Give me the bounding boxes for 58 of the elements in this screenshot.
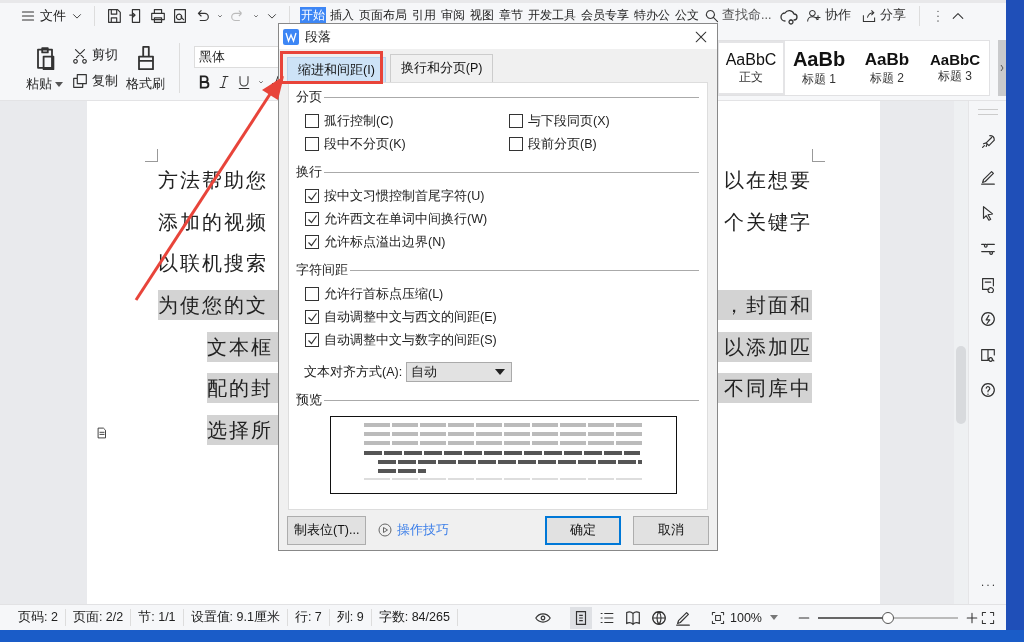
ribbon-tab[interactable]: 开发工具 bbox=[527, 7, 577, 24]
ribbon-tab[interactable]: 公文 bbox=[674, 7, 700, 24]
checkbox-label: 允许标点溢出边界(N) bbox=[324, 233, 446, 251]
format-painter-button[interactable]: 格式刷 bbox=[126, 75, 165, 93]
dialog-button[interactable]: 取消 bbox=[633, 515, 709, 545]
checkbox-label: 孤行控制(C) bbox=[324, 112, 394, 130]
style-option[interactable]: AaBb 标题 1 bbox=[785, 41, 853, 95]
style-option[interactable]: AaBb 标题 2 bbox=[853, 41, 921, 95]
paste-button[interactable]: 粘贴 bbox=[26, 75, 63, 93]
status-text: 节: 1/1 bbox=[131, 609, 184, 626]
checkbox-label: 与下段同页(X) bbox=[528, 112, 610, 130]
section-heading: 换行 bbox=[296, 163, 322, 181]
dialog-title: 段落 bbox=[305, 27, 331, 46]
status-text: 字数: 84/265 bbox=[371, 609, 458, 626]
ribbon-tab[interactable]: 特办公 bbox=[633, 7, 671, 24]
document-text: 以在想要 bbox=[724, 168, 812, 193]
document-text: 以联机搜索 bbox=[158, 251, 268, 277]
cut-button[interactable]: 剪切 bbox=[92, 46, 118, 64]
alignment-dropdown[interactable]: 自动 bbox=[406, 362, 513, 382]
ribbon-tab[interactable]: 审阅 bbox=[440, 7, 466, 24]
status-text: 行: 7 bbox=[287, 609, 330, 626]
style-option[interactable]: AaBbC 标题 3 bbox=[921, 41, 989, 95]
status-text: 页码: 2 bbox=[18, 609, 66, 626]
status-text: 设置值: 9.1厘米 bbox=[183, 609, 288, 626]
tips-link[interactable]: 操作技巧 bbox=[378, 521, 450, 539]
dialog-tab[interactable]: 换行和分页(P) bbox=[389, 54, 494, 82]
ribbon-tab[interactable]: 章节 bbox=[498, 7, 524, 24]
status-text: 页面: 2/2 bbox=[65, 609, 132, 626]
checkbox-label: 段中不分页(K) bbox=[324, 135, 406, 153]
section-heading: 预览 bbox=[296, 391, 322, 409]
ribbon-tab[interactable]: 会员专享 bbox=[580, 7, 630, 24]
dialog-tab[interactable]: 缩进和间距(I) bbox=[287, 57, 386, 82]
checkbox-label: 允许西文在单词中间换行(W) bbox=[324, 210, 488, 228]
ok-button[interactable]: 确定 bbox=[545, 515, 621, 545]
document-text: 不同库中 bbox=[718, 373, 812, 404]
ribbon-tab[interactable]: 插入 bbox=[329, 7, 355, 24]
status-text: 列: 9 bbox=[329, 609, 372, 626]
ribbon-tab[interactable]: 页面布局 bbox=[358, 7, 408, 24]
share-button[interactable]: 分享 bbox=[858, 7, 910, 24]
checkbox-label: 自动调整中文与数字的间距(S) bbox=[324, 331, 497, 349]
document-text: 个关键字 bbox=[724, 209, 812, 235]
checkbox-label: 段前分页(B) bbox=[528, 135, 597, 153]
checkbox-label: 按中文习惯控制首尾字符(U) bbox=[324, 187, 485, 205]
ribbon-tab[interactable]: 引用 bbox=[411, 7, 437, 24]
checkbox-label: 允许行首标点压缩(L) bbox=[324, 285, 444, 303]
section-heading: 分页 bbox=[296, 88, 322, 106]
search-field[interactable]: 查找命... bbox=[722, 7, 772, 24]
zoom-level[interactable]: 100% bbox=[730, 610, 762, 625]
section-heading: 字符间距 bbox=[296, 261, 348, 279]
copy-button[interactable]: 复制 bbox=[92, 72, 118, 90]
checkbox-label: 自动调整中文与西文的间距(E) bbox=[324, 308, 497, 326]
file-menu[interactable]: 文件 bbox=[40, 6, 66, 25]
document-text: 以添加匹 bbox=[718, 331, 812, 362]
document-text: ，封面和 bbox=[718, 290, 812, 321]
dialog-button[interactable]: 制表位(T)... bbox=[287, 515, 367, 545]
collaborate-button[interactable]: 协作 bbox=[803, 7, 855, 24]
alignment-label: 文本对齐方式(A): bbox=[304, 363, 403, 381]
ribbon-tab[interactable]: 视图 bbox=[469, 7, 495, 24]
